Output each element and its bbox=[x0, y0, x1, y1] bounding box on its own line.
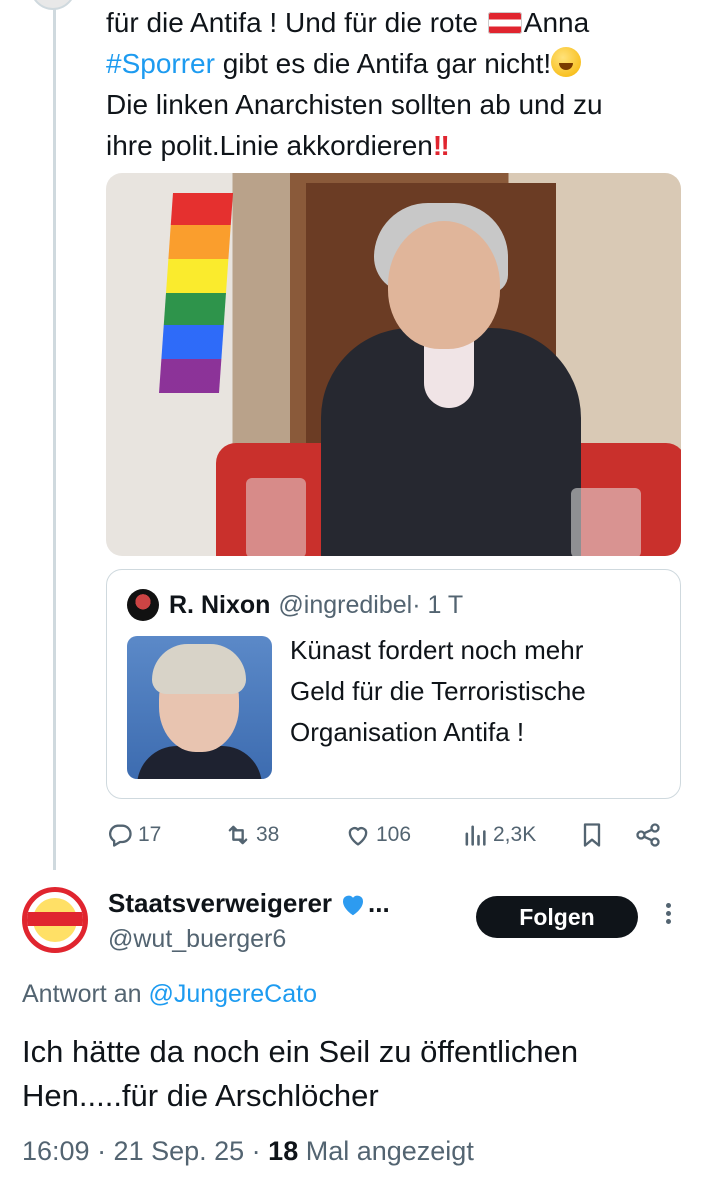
action-bar: 17 38 106 2,3K bbox=[106, 815, 681, 855]
repost-count: 38 bbox=[256, 823, 280, 846]
photo-glass-2 bbox=[246, 478, 306, 556]
thread-line bbox=[53, 0, 56, 870]
reply-author-avatar[interactable] bbox=[22, 887, 88, 953]
tweet-line-4: ihre polit.Linie akkordieren bbox=[106, 130, 433, 161]
follow-button[interactable]: Folgen bbox=[476, 896, 638, 938]
double-exclamation-icon: ‼ bbox=[432, 130, 450, 161]
reply-to-label: Antwort an bbox=[22, 980, 149, 1008]
laughing-emoji-icon bbox=[551, 47, 582, 77]
quote-text: Künast fordert noch mehr Geld für die Te… bbox=[290, 630, 670, 753]
tweet-text: für die Antifa ! Und für die rote Anna #… bbox=[106, 2, 686, 166]
share-button[interactable] bbox=[634, 815, 666, 855]
repost-icon bbox=[228, 825, 248, 845]
reply-views-label: Mal angezeigt bbox=[298, 1136, 474, 1166]
like-button[interactable]: 106 bbox=[344, 815, 411, 855]
reply-text-line-1: Ich hätte da noch ein Seil zu öffentlich… bbox=[22, 1034, 579, 1069]
rainbow-flag bbox=[159, 193, 233, 393]
tweet-line-1: für die Antifa ! Und für die rote bbox=[106, 7, 486, 38]
more-icon[interactable] bbox=[660, 900, 676, 934]
view-count: 2,3K bbox=[493, 823, 537, 846]
reply-text: Ich hätte da noch ein Seil zu öffentlich… bbox=[22, 1030, 692, 1118]
austria-flag-icon bbox=[487, 12, 522, 34]
photo-glass bbox=[571, 488, 641, 556]
reply-author-name[interactable]: Staatsverweigerer ... bbox=[108, 888, 390, 919]
tweet-line-3: Die linken Anarchisten sollten ab und zu bbox=[106, 89, 603, 120]
reply-button[interactable]: 17 bbox=[106, 815, 161, 855]
like-count: 106 bbox=[376, 823, 412, 846]
bookmark-icon bbox=[583, 823, 601, 847]
quoted-tweet[interactable]: R. Nixon @ingredibel · 1 T Künast forder… bbox=[106, 569, 681, 799]
reply-timestamp[interactable]: 16:09 · 21 Sep. 25 · bbox=[22, 1136, 268, 1166]
tweet-line-2: gibt es die Antifa gar nicht! bbox=[214, 48, 552, 79]
reply-author-name-text: Staatsverweigerer bbox=[108, 888, 333, 918]
quote-avatar[interactable] bbox=[127, 589, 159, 621]
photo-person-face bbox=[388, 221, 500, 349]
reply-icon bbox=[109, 824, 132, 847]
quote-text-line-3: Organisation Antifa ! bbox=[290, 717, 525, 747]
quote-header: R. Nixon @ingredibel · 1 T bbox=[127, 589, 464, 621]
reply-count: 17 bbox=[138, 823, 162, 846]
repost-button[interactable]: 38 bbox=[224, 815, 279, 855]
reply-meta: 16:09 · 21 Sep. 25 · 18 Mal angezeigt bbox=[22, 1136, 474, 1167]
quote-timestamp: · 1 T bbox=[412, 590, 464, 619]
blue-heart-icon bbox=[343, 895, 364, 915]
quote-text-line-1: Künast fordert noch mehr bbox=[290, 635, 584, 665]
bookmark-button[interactable] bbox=[578, 815, 610, 855]
share-icon bbox=[636, 823, 660, 847]
quote-text-line-2: Geld für die Terroristische bbox=[290, 676, 586, 706]
tweet-line-1b: Anna bbox=[523, 7, 590, 38]
reply-author-handle[interactable]: @wut_buerger6 bbox=[108, 925, 286, 954]
name-ellipsis: ... bbox=[368, 888, 390, 918]
reply-to-mention[interactable]: @JungereCato bbox=[148, 980, 317, 1008]
thumb-hair bbox=[152, 644, 246, 694]
views-icon bbox=[465, 825, 486, 846]
quote-author-name[interactable]: R. Nixon bbox=[169, 591, 270, 620]
like-icon bbox=[348, 827, 368, 846]
reply-view-count: 18 bbox=[268, 1136, 299, 1166]
views-button[interactable]: 2,3K bbox=[461, 815, 536, 855]
tweet-photo[interactable] bbox=[106, 173, 681, 556]
quote-thumbnail[interactable] bbox=[127, 636, 272, 779]
avatar-band bbox=[27, 912, 83, 926]
parent-avatar[interactable] bbox=[30, 0, 76, 10]
hashtag-link[interactable]: #Sporrer bbox=[106, 48, 215, 79]
reply-to-line: Antwort an @JungereCato bbox=[22, 980, 317, 1009]
reply-text-line-2: Hen.....für die Arschlöcher bbox=[22, 1078, 379, 1113]
quote-author-handle[interactable]: @ingredibel bbox=[278, 591, 412, 620]
